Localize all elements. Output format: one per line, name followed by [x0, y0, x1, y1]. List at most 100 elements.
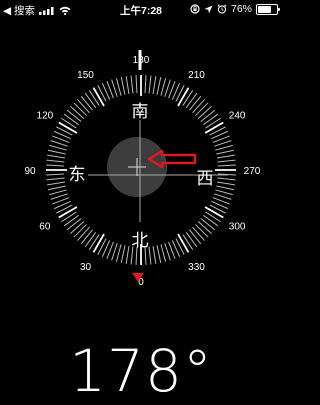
compass-tick	[125, 76, 130, 95]
compass-tick	[61, 117, 77, 129]
compass-tick	[84, 232, 97, 248]
compass-tick	[216, 181, 235, 186]
compass-tick	[47, 181, 66, 186]
compass-tick	[73, 224, 87, 238]
compass-tick	[50, 140, 68, 147]
compass-tick	[217, 177, 236, 181]
compass-tick	[214, 193, 232, 200]
compass-tick	[120, 76, 126, 95]
compass-tick	[58, 121, 78, 134]
compass-tick	[200, 109, 216, 122]
compass-tick	[203, 113, 219, 126]
compass-tick	[63, 214, 79, 227]
compass-tick	[200, 218, 216, 231]
compass-tick	[77, 99, 90, 114]
degree-label: 300	[229, 222, 246, 233]
compass-tick	[73, 102, 87, 116]
compass-tick	[189, 229, 202, 245]
compass-tick	[66, 218, 82, 231]
compass-tick	[111, 79, 118, 97]
degree-label: 60	[39, 222, 51, 233]
compass-tick	[63, 113, 79, 126]
compass-tick	[195, 102, 209, 116]
compass-tick	[148, 75, 152, 94]
compass-tick	[217, 159, 236, 163]
compass-tick	[47, 185, 66, 191]
compass-tick	[115, 78, 122, 96]
degree-label: 240	[229, 111, 246, 122]
compass-tick	[197, 221, 212, 234]
compass-tick	[70, 106, 85, 119]
degree-label: 270	[244, 166, 261, 177]
degree-label: 150	[77, 70, 94, 81]
compass-tick	[156, 245, 162, 264]
compass-tick	[49, 189, 67, 196]
compass-tick	[192, 226, 205, 241]
compass-tick	[66, 109, 82, 122]
compass-tick	[92, 87, 105, 107]
compass-tick	[204, 206, 224, 219]
degree-label: 90	[24, 166, 36, 177]
compass-tick	[88, 90, 100, 106]
compass-tick	[80, 95, 93, 111]
compass-tick	[217, 164, 236, 167]
compass-tick	[148, 246, 152, 265]
compass-tick	[58, 206, 78, 219]
compass-tick	[135, 75, 138, 94]
compass-tick	[205, 117, 221, 129]
compass-tick	[216, 185, 235, 191]
compass-tick	[182, 234, 194, 250]
degree-label: 330	[188, 262, 205, 273]
compass-tick	[115, 244, 122, 262]
compass-tick	[214, 140, 232, 147]
degree-label: 210	[188, 70, 205, 81]
heading-readout: 178°	[69, 337, 213, 405]
compass-tick	[215, 144, 233, 151]
compass-tick	[111, 243, 118, 261]
compass-tick	[185, 92, 198, 108]
compass-tick	[70, 221, 85, 234]
north-marker-line	[138, 50, 142, 70]
compass-tick	[152, 245, 157, 264]
compass-tick	[160, 244, 167, 262]
compass-tick	[164, 243, 171, 261]
compass-tick	[216, 149, 235, 155]
compass-tick	[92, 233, 105, 253]
compass-tick	[130, 75, 134, 94]
compass-tick	[144, 75, 147, 94]
degree-label: 30	[80, 262, 92, 273]
compass-tick	[49, 144, 67, 151]
compass-tick	[177, 87, 190, 107]
compass-tick	[156, 76, 162, 95]
compass-tick	[152, 76, 157, 95]
compass-tick	[164, 79, 171, 97]
compass-tick	[46, 177, 65, 181]
cardinal-south: 南	[132, 102, 149, 122]
compass-tick	[46, 159, 65, 163]
compass-tick	[61, 211, 77, 223]
compass-tick	[88, 234, 100, 250]
compass-tick	[84, 92, 97, 108]
compass-tick	[205, 211, 221, 223]
compass-tick	[46, 164, 65, 167]
compass-tick	[216, 154, 235, 159]
compass-tick	[203, 214, 219, 227]
compass-tick	[120, 245, 126, 264]
compass-tick	[160, 78, 167, 96]
compass-tick	[46, 173, 65, 176]
compass-tick	[177, 233, 190, 253]
compass-tick	[47, 154, 66, 159]
cardinal-north: 北	[132, 231, 149, 251]
cardinal-west: 西	[197, 169, 214, 189]
compass-tick	[189, 95, 202, 111]
degree-label: 120	[37, 111, 54, 122]
compass-tick	[80, 229, 93, 245]
compass-tick	[47, 149, 66, 155]
compass-tick	[192, 99, 205, 114]
compass-tick	[125, 245, 130, 264]
compass-tick	[195, 224, 209, 238]
compass-tick	[204, 121, 224, 134]
compass-tick	[50, 193, 68, 200]
compass-tick	[215, 189, 233, 196]
cardinal-east: 东	[69, 165, 86, 185]
